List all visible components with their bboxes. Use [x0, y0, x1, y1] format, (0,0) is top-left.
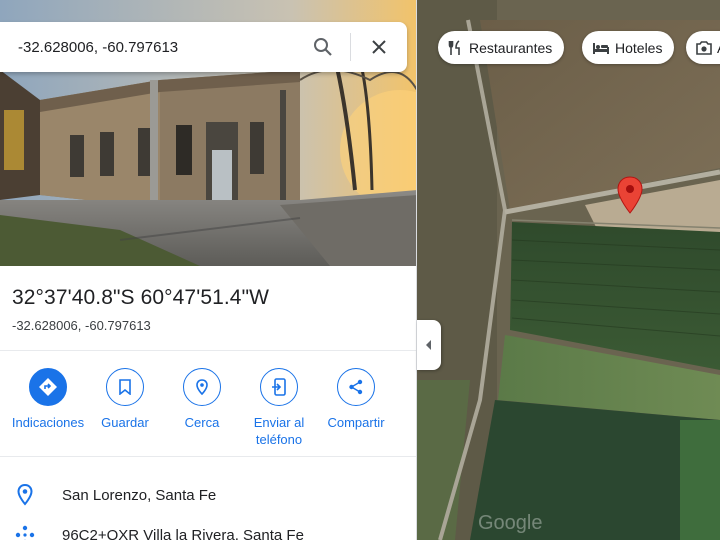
- chip-attractions[interactable]: A: [686, 31, 720, 64]
- restaurant-icon: [448, 39, 460, 55]
- location-marker-icon[interactable]: [615, 175, 645, 215]
- location-pin-icon: [14, 483, 36, 507]
- search-divider: [350, 33, 351, 61]
- place-panel: 32°37'40.8"S 60°47'51.4"W -32.628006, -6…: [0, 0, 417, 540]
- divider: [0, 456, 416, 457]
- nearby-label: Cerca: [184, 415, 220, 430]
- plus-code-text: 96C2+QXR Villa la Rivera, Santa Fe: [62, 526, 304, 540]
- maps-window: Google Restaurantes Hoteles A: [0, 0, 720, 540]
- hotel-icon: [593, 42, 609, 54]
- send-to-phone-circle: [260, 368, 298, 406]
- directions-icon: [39, 378, 57, 396]
- search-input[interactable]: [18, 38, 298, 56]
- save-circle: [106, 368, 144, 406]
- nearby-circle: [183, 368, 221, 406]
- directions-circle: [29, 368, 67, 406]
- save-button[interactable]: Guardar: [85, 366, 165, 431]
- plus-code-icon: [14, 523, 36, 540]
- search-button[interactable]: [308, 32, 338, 62]
- divider: [0, 350, 416, 351]
- share-circle: [337, 368, 375, 406]
- share-button[interactable]: Compartir: [316, 366, 396, 431]
- chip-hotels-label: Hoteles: [615, 39, 663, 56]
- close-button[interactable]: [364, 32, 394, 62]
- chip-restaurants[interactable]: Restaurantes: [438, 31, 565, 64]
- save-label: Guardar: [101, 415, 149, 430]
- bookmark-icon: [119, 379, 131, 395]
- camera-icon: [696, 40, 712, 55]
- close-icon: [372, 40, 386, 54]
- chevron-left-icon: [426, 340, 431, 350]
- map-watermark: Google: [478, 512, 543, 534]
- collapse-panel-button[interactable]: [417, 320, 441, 370]
- directions-button[interactable]: Indicaciones: [8, 366, 88, 431]
- nearby-icon: [196, 379, 208, 396]
- plus-code-row[interactable]: 96C2+QXR Villa la Rivera, Santa Fe: [0, 515, 416, 540]
- chip-restaurants-label: Restaurantes: [469, 39, 553, 56]
- search-box: [0, 22, 407, 72]
- search-icon: [314, 38, 332, 56]
- address-row[interactable]: San Lorenzo, Santa Fe: [0, 475, 416, 515]
- share-icon: [349, 379, 363, 395]
- address-text: San Lorenzo, Santa Fe: [62, 486, 217, 504]
- action-bar: Indicaciones Guardar Cerca Enviar al tel…: [0, 366, 416, 456]
- place-coordinates: -32.628006, -60.797613: [12, 318, 151, 333]
- send-to-phone-label: Enviar al teléfono: [253, 415, 305, 447]
- directions-label: Indicaciones: [11, 415, 85, 430]
- place-title: 32°37'40.8"S 60°47'51.4"W: [12, 286, 270, 309]
- send-to-phone-button[interactable]: Enviar al teléfono: [239, 366, 319, 448]
- share-label: Compartir: [327, 415, 385, 430]
- nearby-button[interactable]: Cerca: [162, 366, 242, 431]
- chip-hotels[interactable]: Hoteles: [582, 31, 675, 64]
- send-to-phone-icon: [272, 378, 286, 396]
